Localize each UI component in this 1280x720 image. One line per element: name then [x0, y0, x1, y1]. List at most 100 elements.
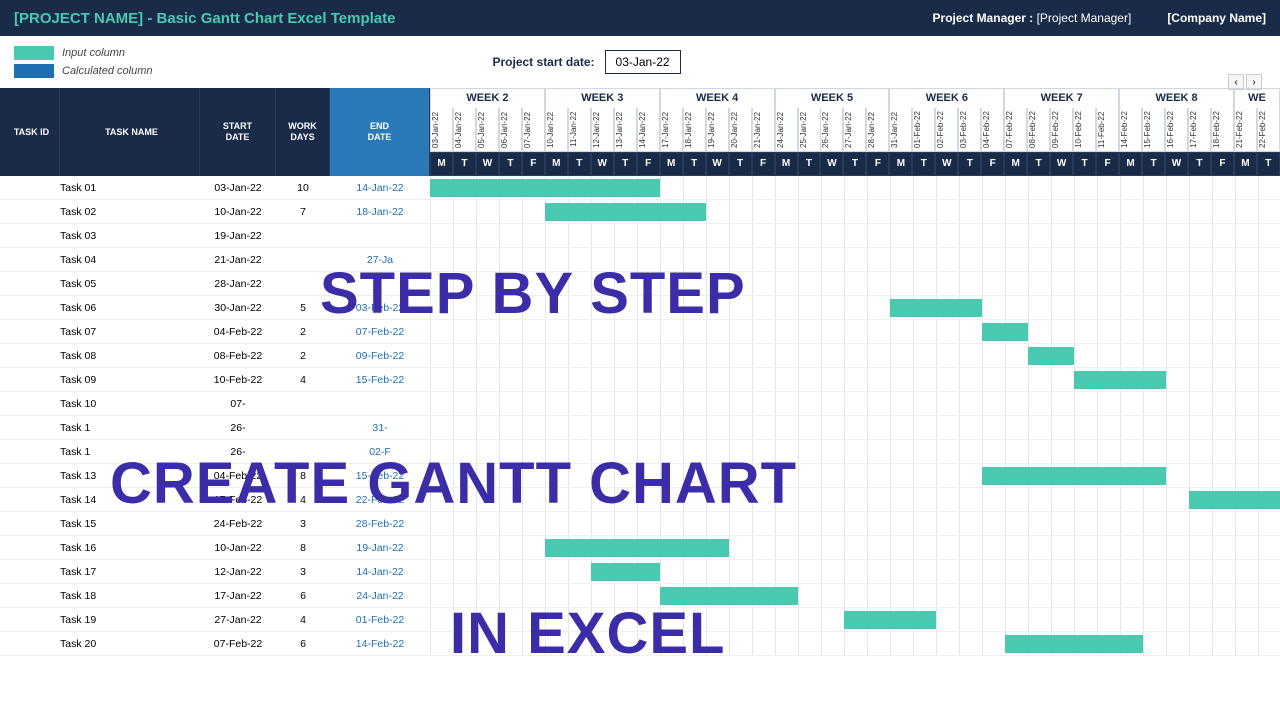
table-row[interactable]: Task 1524-Feb-22328-Feb-22	[0, 512, 430, 536]
cell-work-days[interactable]: 8	[276, 470, 330, 482]
day-header: W	[1050, 152, 1073, 176]
gantt-bar[interactable]	[1005, 635, 1143, 653]
cell-task-name[interactable]: Task 08	[60, 350, 200, 362]
table-row[interactable]: Task 2007-Feb-22614-Feb-22	[0, 632, 430, 656]
cell-work-days[interactable]: 10	[276, 182, 330, 194]
start-date-input[interactable]: 03-Jan-22	[605, 50, 681, 74]
cell-work-days[interactable]: 3	[276, 518, 330, 530]
cell-work-days[interactable]: 5	[276, 302, 330, 314]
table-row[interactable]: Task 0704-Feb-22207-Feb-22	[0, 320, 430, 344]
table-row[interactable]: Task 126-02-F	[0, 440, 430, 464]
cell-start-date[interactable]: 21-Jan-22	[200, 254, 276, 266]
date-header: 03-Jan-22	[430, 108, 453, 152]
cell-start-date[interactable]: 26-	[200, 422, 276, 434]
cell-task-name[interactable]: Task 17	[60, 566, 200, 578]
week-header: WEEK 3	[545, 88, 660, 108]
table-row[interactable]: Task 1007-	[0, 392, 430, 416]
day-header: W	[1165, 152, 1188, 176]
day-header: M	[430, 152, 453, 176]
cell-start-date[interactable]: 03-Jan-22	[200, 182, 276, 194]
cell-work-days[interactable]: 4	[276, 494, 330, 506]
cell-start-date[interactable]: 08-Feb-22	[200, 350, 276, 362]
cell-start-date[interactable]: 07-	[200, 398, 276, 410]
table-row[interactable]: Task 1417-Feb-22422-Feb-22	[0, 488, 430, 512]
table-row[interactable]: Task 1610-Jan-22819-Jan-22	[0, 536, 430, 560]
cell-task-name[interactable]: Task 15	[60, 518, 200, 530]
cell-start-date[interactable]: 27-Jan-22	[200, 614, 276, 626]
cell-start-date[interactable]: 19-Jan-22	[200, 230, 276, 242]
cell-task-name[interactable]: Task 20	[60, 638, 200, 650]
cell-work-days[interactable]: 8	[276, 542, 330, 554]
cell-start-date[interactable]: 30-Jan-22	[200, 302, 276, 314]
cell-start-date[interactable]: 04-Feb-22	[200, 326, 276, 338]
cell-work-days[interactable]: 3	[276, 566, 330, 578]
cell-start-date[interactable]: 24-Feb-22	[200, 518, 276, 530]
cell-task-name[interactable]: Task 16	[60, 542, 200, 554]
cell-start-date[interactable]: 10-Feb-22	[200, 374, 276, 386]
cell-task-name[interactable]: Task 02	[60, 206, 200, 218]
day-header-row: MTWTFMTWTFMTWTFMTWTFMTWTFMTWTFMTWTFMT	[430, 152, 1280, 176]
table-row[interactable]: Task 1927-Jan-22401-Feb-22	[0, 608, 430, 632]
cell-task-name[interactable]: Task 09	[60, 374, 200, 386]
table-row[interactable]: Task 0808-Feb-22209-Feb-22	[0, 344, 430, 368]
cell-task-name[interactable]: Task 1	[60, 446, 200, 458]
gantt-bar[interactable]	[982, 323, 1028, 341]
day-header: T	[499, 152, 522, 176]
table-row[interactable]: Task 1817-Jan-22624-Jan-22	[0, 584, 430, 608]
cell-work-days[interactable]: 4	[276, 614, 330, 626]
cell-start-date[interactable]: 12-Jan-22	[200, 566, 276, 578]
cell-task-name[interactable]: Task 03	[60, 230, 200, 242]
table-row[interactable]: Task 0528-Jan-22	[0, 272, 430, 296]
cell-work-days[interactable]: 6	[276, 638, 330, 650]
cell-start-date[interactable]: 28-Jan-22	[200, 278, 276, 290]
cell-start-date[interactable]: 10-Jan-22	[200, 542, 276, 554]
gantt-bar[interactable]	[430, 179, 660, 197]
cell-start-date[interactable]: 26-	[200, 446, 276, 458]
table-row[interactable]: Task 1712-Jan-22314-Jan-22	[0, 560, 430, 584]
cell-task-name[interactable]: Task 04	[60, 254, 200, 266]
cell-task-name[interactable]: Task 13	[60, 470, 200, 482]
day-header: T	[614, 152, 637, 176]
cell-work-days[interactable]: 6	[276, 590, 330, 602]
date-header: 11-Jan-22	[568, 108, 591, 152]
table-row[interactable]: Task 0630-Jan-22503-Feb-22	[0, 296, 430, 320]
gantt-bar[interactable]	[982, 467, 1166, 485]
cell-start-date[interactable]: 04-Feb-22	[200, 470, 276, 482]
day-header: T	[1257, 152, 1280, 176]
cell-task-name[interactable]: Task 10	[60, 398, 200, 410]
cell-start-date[interactable]: 10-Jan-22	[200, 206, 276, 218]
cell-task-name[interactable]: Task 01	[60, 182, 200, 194]
gantt-bar[interactable]	[890, 299, 982, 317]
cell-task-name[interactable]: Task 14	[60, 494, 200, 506]
gantt-bar[interactable]	[1028, 347, 1074, 365]
table-row[interactable]: Task 0421-Jan-2227-Ja	[0, 248, 430, 272]
cell-start-date[interactable]: 17-Feb-22	[200, 494, 276, 506]
gantt-bar[interactable]	[1074, 371, 1166, 389]
cell-start-date[interactable]: 17-Jan-22	[200, 590, 276, 602]
table-row[interactable]: Task 0210-Jan-22718-Jan-22	[0, 200, 430, 224]
table-row[interactable]: Task 0103-Jan-221014-Jan-22	[0, 176, 430, 200]
gantt-bar[interactable]	[591, 563, 660, 581]
cell-work-days[interactable]: 4	[276, 374, 330, 386]
cell-task-name[interactable]: Task 1	[60, 422, 200, 434]
week-header: WEEK 8	[1119, 88, 1234, 108]
gantt-bar[interactable]	[545, 203, 706, 221]
gantt-bar[interactable]	[1189, 491, 1280, 509]
cell-task-name[interactable]: Task 05	[60, 278, 200, 290]
gantt-row	[430, 416, 1280, 440]
cell-work-days[interactable]: 2	[276, 326, 330, 338]
gantt-bar[interactable]	[545, 539, 729, 557]
table-row[interactable]: Task 1304-Feb-22815-Feb-22	[0, 464, 430, 488]
cell-work-days[interactable]: 7	[276, 206, 330, 218]
cell-task-name[interactable]: Task 06	[60, 302, 200, 314]
gantt-bar[interactable]	[844, 611, 936, 629]
cell-start-date[interactable]: 07-Feb-22	[200, 638, 276, 650]
cell-task-name[interactable]: Task 07	[60, 326, 200, 338]
table-row[interactable]: Task 126-31-	[0, 416, 430, 440]
gantt-bar[interactable]	[660, 587, 798, 605]
cell-task-name[interactable]: Task 18	[60, 590, 200, 602]
table-row[interactable]: Task 0910-Feb-22415-Feb-22	[0, 368, 430, 392]
cell-task-name[interactable]: Task 19	[60, 614, 200, 626]
table-row[interactable]: Task 0319-Jan-22	[0, 224, 430, 248]
cell-work-days[interactable]: 2	[276, 350, 330, 362]
